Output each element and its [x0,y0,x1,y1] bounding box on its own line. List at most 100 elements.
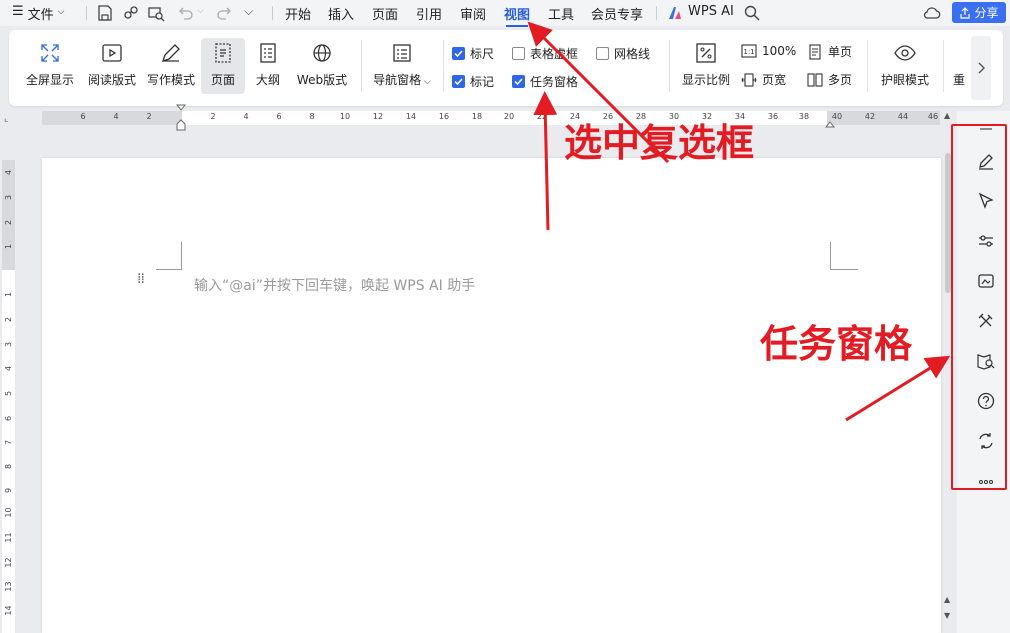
ruler-tick: 14 [4,605,13,616]
ruler-tick: 4 [4,169,13,176]
single-page-label: 单页 [828,45,853,59]
writing-mode-button[interactable]: 写作模式 [143,38,199,94]
ribbon-scroll-right-button[interactable] [971,36,991,100]
vertical-ruler[interactable]: 4 3 2 1 1 2 3 4 5 6 7 8 9 10 11 12 13 14 [2,160,15,633]
ruler-tick: 4 [243,112,249,121]
tab-tools[interactable]: 工具 [548,4,574,23]
share-icon [960,6,971,19]
ruler-tick: 2 [210,112,216,121]
ruler-tick: 38 [798,112,810,121]
ruler-tick: 9 [4,487,13,494]
undo-icon[interactable] [176,4,194,22]
crop-mark [830,242,858,270]
eye-icon [894,45,916,61]
single-page-button[interactable]: 单页 [807,43,852,60]
tab-page[interactable]: 页面 [372,4,398,23]
outline-button[interactable]: 大纲 [249,38,287,94]
eye-mode-label: 护眼模式 [880,73,929,87]
zoom-100-label: 100% [762,44,797,58]
search-icon[interactable] [743,4,761,22]
divider [272,6,273,20]
ruler-tick: 46 [927,112,939,121]
divider [669,40,670,92]
multi-page-button[interactable]: 多页 [807,71,852,88]
hamburger-icon: ☰ [12,4,24,19]
tab-references[interactable]: 引用 [416,4,442,23]
tab-member[interactable]: 会员专享 [591,4,643,23]
nav-pane-button[interactable]: 导航窗格 ⌵ [371,38,433,94]
ruler-tick: 18 [471,112,483,121]
quick-access-more-icon[interactable]: ⌵ [244,4,253,19]
ruler-tick: 8 [309,112,315,121]
checkbox-checked-icon [512,75,525,88]
ruler-tick: 42 [864,112,876,121]
right-indent-marker-icon[interactable] [825,118,835,128]
tab-view[interactable]: 视图 [504,4,530,27]
divider [943,40,944,92]
undo-dropdown-icon[interactable]: ⌵ [197,6,204,16]
tab-review[interactable]: 审阅 [460,4,486,23]
single-page-icon [809,43,821,60]
divider [86,6,87,20]
page-width-button[interactable]: 页宽 [741,71,786,88]
indent-marker-icon[interactable] [176,104,186,132]
crop-mark [156,242,182,270]
web-layout-button[interactable]: Web版式 [293,38,351,94]
wps-ai-icon [669,7,681,19]
print-preview-icon[interactable] [147,4,165,22]
eye-mode-button[interactable]: 护眼模式 [875,38,935,94]
task-pane-checkbox[interactable]: 任务窗格 [512,73,578,90]
file-menu-label: 文件 [27,8,54,23]
markup-checkbox[interactable]: 标记 [452,73,494,90]
cloud-icon[interactable] [923,4,941,22]
ruler-tick: 6 [80,112,86,121]
ruler-tick: 12 [4,557,13,568]
divider [656,6,657,20]
wps-ai-button[interactable]: WPS AI [688,4,734,19]
ruler-checkbox[interactable]: 标尺 [452,45,494,62]
page-layout-button[interactable]: 页面 [201,38,245,94]
save-icon[interactable] [96,4,114,22]
percent-icon [696,43,716,63]
zoom-100-button[interactable]: 1:1 100% [741,43,796,59]
ruler-tick: 44 [897,112,909,121]
web-layout-label: Web版式 [296,73,348,87]
redo-icon[interactable] [216,4,234,22]
chevron-down-icon: ⌵ [421,77,431,87]
document-page[interactable] [42,158,941,633]
multi-page-label: 多页 [828,73,853,87]
checkbox-checked-icon [452,75,465,88]
ruler-checkbox-label: 标尺 [470,47,495,61]
ruler-tab-selector[interactable]: ⌞ [4,114,8,124]
link-icon[interactable] [122,4,140,22]
globe-icon [313,44,331,62]
reading-layout-button[interactable]: 阅读版式 [83,38,141,94]
ruler-tick: 5 [4,390,13,397]
nav-pane-text: 导航窗格 [373,73,422,87]
share-button[interactable]: 分享 [952,2,1006,23]
gridlines-checkbox[interactable]: 网格线 [596,45,650,62]
writing-mode-label: 写作模式 [146,73,195,87]
drag-handle-icon[interactable]: ⁞⁞ [137,272,145,286]
scroll-up-icon[interactable]: ▲ [944,111,950,120]
checkbox-unchecked-icon [512,47,525,60]
checkbox-unchecked-icon [596,47,609,60]
scroll-up-icon[interactable]: ▲ [944,595,950,604]
fullscreen-button[interactable]: 全屏显示 [19,38,81,94]
fullscreen-label: 全屏显示 [25,73,74,87]
reading-layout-icon [102,44,122,62]
tab-insert[interactable]: 插入 [328,4,354,23]
table-gridlines-checkbox[interactable]: 表格虚框 [512,45,578,62]
share-label: 分享 [974,6,999,20]
file-menu[interactable]: ☰ 文件 ⌵ [12,4,65,23]
truncated-ribbon-button[interactable]: 重 [949,38,969,94]
zoom-button[interactable]: 显示比例 [677,38,735,94]
ruler-tick: 7 [4,439,13,446]
page-width-label: 页宽 [762,73,787,87]
menu-bar: ☰ 文件 ⌵ ⌵ ⌵ 开始 插入 页面 引用 审阅 视图 工具 会员专享 WPS… [0,0,1010,27]
ai-prompt-placeholder[interactable]: 输入“@ai”并按下回车键，唤起 WPS AI 助手 [194,275,475,295]
scroll-down-icon[interactable]: ▼ [944,611,950,620]
page-layout-label: 页面 [210,73,235,87]
tab-home[interactable]: 开始 [285,4,311,23]
ruler-tick: 8 [4,463,13,470]
